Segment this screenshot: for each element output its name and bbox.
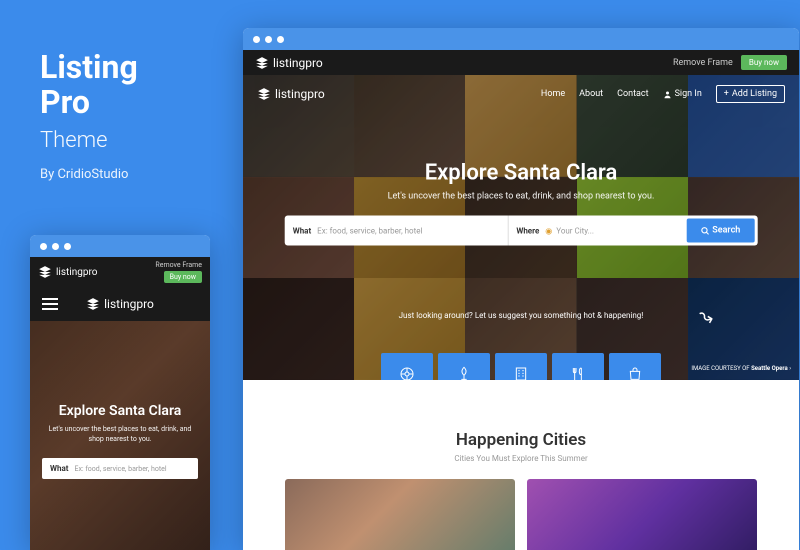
window-dot <box>253 36 260 43</box>
search-bar: What Ex: food, service, barber, hotel Wh… <box>285 216 758 246</box>
what-placeholder: Ex: food, service, barber, hotel <box>317 226 422 235</box>
city-card[interactable] <box>527 479 757 550</box>
remove-frame-link[interactable]: Remove Frame <box>155 261 202 269</box>
mobile-hero: Explore Santa Clara Let's uncover the be… <box>30 321 210 550</box>
category-hotels[interactable]: Hotels <box>495 353 547 380</box>
section-sub: Cities You Must Explore This Summer <box>263 454 779 463</box>
automotive-icon <box>399 366 415 381</box>
theme-topbar: listingpro Remove Frame Buy now <box>243 50 799 75</box>
plus-icon: + <box>724 89 729 99</box>
window-dot <box>52 243 59 250</box>
hero-content: Explore Santa Clara Let's uncover the be… <box>285 161 758 246</box>
remove-frame-link[interactable]: Remove Frame <box>673 58 733 68</box>
window-dot <box>40 243 47 250</box>
image-credit: IMAGE COURTESY OF Seattle Opera › <box>691 365 791 372</box>
hero-section: listingpro Home About Contact Sign In +A… <box>243 75 799 380</box>
what-label: What <box>50 464 68 473</box>
nav-about[interactable]: About <box>579 89 603 99</box>
user-icon <box>663 90 672 99</box>
promo-title: ListingPro <box>40 50 138 120</box>
brand-logo[interactable]: listingpro <box>257 87 325 101</box>
stack-icon <box>257 87 271 101</box>
hero-headline: Explore Santa Clara <box>59 403 182 419</box>
what-placeholder: Ex: food, service, barber, hotel <box>74 465 166 473</box>
desktop-preview-window: listingpro Remove Frame Buy now listingp… <box>243 28 799 550</box>
section-title: Happening Cities <box>263 430 779 450</box>
stack-icon <box>255 56 269 70</box>
brand-logo[interactable]: listingpro <box>255 56 323 70</box>
brand-logo[interactable]: listingpro <box>86 297 154 311</box>
theme-topbar: listingpro Remove Frame Buy now <box>30 257 210 287</box>
promo-byline: By CridioStudio <box>40 167 138 182</box>
nav-home[interactable]: Home <box>541 89 565 99</box>
search-where-input[interactable]: Where ◉ Your City... <box>508 216 683 246</box>
where-label: Where <box>516 226 539 235</box>
category-tiles: Automotive Beauty & Spa Hotels Restauran… <box>381 353 661 380</box>
buy-now-button[interactable]: Buy now <box>164 271 202 283</box>
category-restaurant[interactable]: Restaurant <box>552 353 604 380</box>
window-dot <box>64 243 71 250</box>
category-beauty[interactable]: Beauty & Spa <box>438 353 490 380</box>
stack-icon <box>38 265 52 279</box>
hero-sub: Let's uncover the best places to eat, dr… <box>42 425 198 445</box>
window-dot <box>265 36 272 43</box>
city-card[interactable] <box>285 479 515 550</box>
main-nav: listingpro Home About Contact Sign In +A… <box>243 75 799 113</box>
search-what-input[interactable]: What Ex: food, service, barber, hotel <box>285 216 509 246</box>
hero-headline: Explore Santa Clara <box>285 161 758 186</box>
buy-now-button[interactable]: Buy now <box>741 55 787 70</box>
window-titlebar <box>30 235 210 257</box>
cities-section: Happening Cities Cities You Must Explore… <box>243 380 799 550</box>
pin-icon: ◉ <box>545 226 552 235</box>
mobile-nav: listingpro <box>30 287 210 321</box>
mobile-preview-window: listingpro Remove Frame Buy now listingp… <box>30 235 210 550</box>
beauty-icon <box>456 366 472 381</box>
stack-icon <box>86 297 100 311</box>
search-icon <box>700 226 709 235</box>
what-label: What <box>293 226 311 235</box>
promo-subtitle: Theme <box>40 128 138 153</box>
where-placeholder: Your City... <box>556 226 594 235</box>
category-automotive[interactable]: Automotive <box>381 353 433 380</box>
search-button[interactable]: Search <box>686 219 754 243</box>
brand-logo[interactable]: listingpro <box>38 265 97 279</box>
shopping-icon <box>627 366 643 381</box>
search-what-input[interactable]: What Ex: food, service, barber, hotel <box>42 458 198 479</box>
restaurant-icon <box>570 366 586 381</box>
window-titlebar <box>243 28 799 50</box>
signin-link[interactable]: Sign In <box>663 89 702 99</box>
hotel-icon <box>513 366 529 381</box>
add-listing-button[interactable]: +Add Listing <box>716 85 785 103</box>
window-dot <box>277 36 284 43</box>
hero-sub: Let's uncover the best places to eat, dr… <box>285 192 758 202</box>
promo-title-block: ListingPro Theme By CridioStudio <box>40 50 138 182</box>
category-shopping[interactable]: Shopping <box>609 353 661 380</box>
nav-contact[interactable]: Contact <box>617 89 648 99</box>
hamburger-menu[interactable] <box>42 298 58 310</box>
suggest-text: Just looking around? Let us suggest you … <box>354 311 688 320</box>
